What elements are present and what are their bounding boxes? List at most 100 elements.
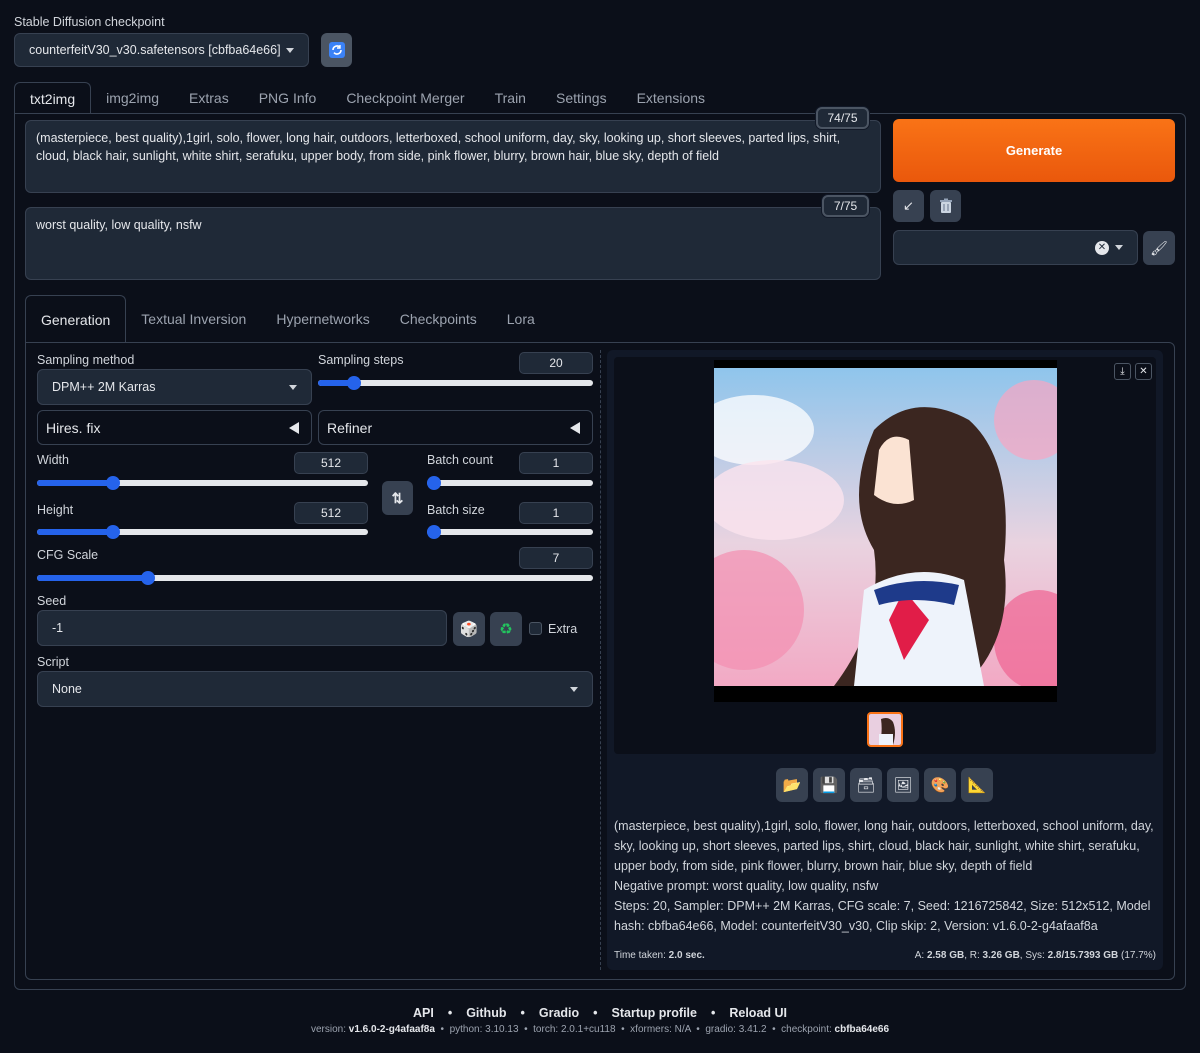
apply-style-button[interactable]: 🖌 [1143,231,1175,265]
tab-extensions[interactable]: Extensions [622,82,720,114]
prompt-token-counter: 74/75 [816,107,869,129]
cfg-scale-slider[interactable] [37,571,593,585]
tab-settings[interactable]: Settings [541,82,622,114]
footer-link-api[interactable]: API [413,1006,434,1020]
footer-link-reload-ui[interactable]: Reload UI [729,1006,787,1020]
generation-info: (masterpiece, best quality),1girl, solo,… [614,816,1154,936]
tab-checkpoint-merger[interactable]: Checkpoint Merger [331,82,479,114]
palette-icon: 🎨 [930,777,950,794]
tab-lora[interactable]: Lora [492,295,550,343]
script-label: Script [37,655,69,669]
tab-textual-inversion[interactable]: Textual Inversion [126,295,261,343]
batch-size-slider[interactable] [427,525,593,539]
width-label: Width [37,453,69,467]
save-icon: 💾 [819,777,839,794]
archive-icon: 🗃 [856,777,876,794]
extra-seed-label: Extra [548,622,578,636]
download-icon[interactable]: ⤓ [1114,363,1131,380]
zip-button[interactable]: 🗃 [850,768,882,802]
width-input[interactable]: 512 [294,452,368,474]
collapse-arrow-icon [570,421,580,434]
cfg-scale-label: CFG Scale [37,548,99,562]
refiner-label: Refiner [327,419,373,436]
recycle-icon: ♻ [499,621,513,638]
dice-icon: 🎲 [459,621,479,638]
tab-png-info[interactable]: PNG Info [244,82,332,114]
chevron-down-icon [286,47,294,53]
script-dropdown[interactable]: None [37,671,593,707]
width-slider[interactable] [37,476,368,490]
batch-size-input[interactable]: 1 [519,502,593,524]
send-to-inpaint-button[interactable]: 🎨 [924,768,956,802]
refiner-accordion[interactable]: Refiner [318,410,593,445]
triangle-ruler-icon: 📐 [967,777,987,794]
height-input[interactable]: 512 [294,502,368,524]
clear-prompt-button[interactable] [930,190,961,222]
clear-icon[interactable]: ✕ [1095,240,1109,255]
footer-link-startup-profile[interactable]: Startup profile [612,1006,697,1020]
batch-count-slider[interactable] [427,476,593,490]
refresh-checkpoint-button[interactable] [321,33,352,67]
swap-vertical-icon: ⇅ [391,489,404,506]
open-folder-button[interactable]: 📂 [776,768,808,802]
paintbrush-icon: 🖌 [1150,239,1168,256]
close-icon[interactable]: ✕ [1135,363,1152,380]
sampling-method-label: Sampling method [37,353,135,367]
info-prompt: (masterpiece, best quality),1girl, solo,… [614,819,1154,873]
generate-button[interactable]: Generate [893,119,1175,182]
styles-dropdown[interactable]: ✕ [893,230,1138,265]
footer-link-github[interactable]: Github [466,1006,506,1020]
negative-prompt-textarea[interactable]: worst quality, low quality, nsfw [25,207,881,280]
sub-tabs: Generation Textual Inversion Hypernetwor… [25,295,550,343]
random-seed-button[interactable]: 🎲 [453,612,485,646]
negative-token-counter: 7/75 [822,195,869,217]
batch-count-label: Batch count [427,453,494,467]
checkpoint-value: counterfeitV30_v30.safetensors [cbfba64e… [29,43,281,57]
swap-dimensions-button[interactable]: ⇅ [382,481,413,515]
checkpoint-label: Stable Diffusion checkpoint [14,15,165,29]
tab-txt2img[interactable]: txt2img [14,82,92,114]
version-info: version: v1.6.0-2-g4afaaf8a • python: 3.… [310,1024,890,1035]
trash-icon [939,198,952,213]
sampling-steps-input[interactable]: 20 [519,352,593,374]
tab-hypernetworks[interactable]: Hypernetworks [261,295,384,343]
tab-train[interactable]: Train [480,82,541,114]
tab-checkpoints[interactable]: Checkpoints [385,295,492,343]
footer-link-gradio[interactable]: Gradio [539,1006,579,1020]
hires-fix-accordion[interactable]: Hires. fix [37,410,312,445]
main-tabs: txt2img img2img Extras PNG Info Checkpoi… [14,82,720,114]
tab-img2img[interactable]: img2img [91,82,174,114]
sampling-steps-slider[interactable] [318,376,593,390]
folder-icon: 📂 [782,777,802,794]
reuse-seed-button[interactable]: ♻ [490,612,522,646]
cfg-scale-input[interactable]: 7 [519,547,593,569]
time-taken: Time taken: 2.0 sec. [614,950,705,961]
save-button[interactable]: 💾 [813,768,845,802]
chevron-down-icon [1115,245,1123,250]
gallery-thumbnail[interactable] [867,712,903,747]
refresh-icon [328,42,345,58]
tab-extras[interactable]: Extras [174,82,244,114]
generated-image-frame[interactable] [684,360,1084,702]
batch-count-input[interactable]: 1 [519,452,593,474]
seed-input[interactable]: -1 [37,610,447,646]
info-parameters: Steps: 20, Sampler: DPM++ 2M Karras, CFG… [614,899,1151,933]
thumbnail-image [869,714,901,745]
height-slider[interactable] [37,525,368,539]
slider-handle[interactable] [346,376,361,390]
generated-image [684,368,1084,702]
paste-params-button[interactable]: ↙ [893,190,924,222]
prompt-textarea[interactable]: (masterpiece, best quality),1girl, solo,… [25,120,881,193]
send-to-img2img-button[interactable]: 🖼 [887,768,919,802]
chevron-down-icon [289,384,297,390]
sampling-method-dropdown[interactable]: DPM++ 2M Karras [37,369,312,405]
collapse-arrow-icon [289,421,299,434]
sampling-steps-label: Sampling steps [318,353,404,367]
send-to-extras-button[interactable]: 📐 [961,768,993,802]
checkpoint-dropdown[interactable]: counterfeitV30_v30.safetensors [cbfba64e… [14,33,309,67]
tab-generation[interactable]: Generation [25,295,127,343]
extra-seed-checkbox[interactable] [529,622,542,635]
slider-handle[interactable] [427,525,441,539]
footer-links: API • Github • Gradio • Startup profile • Re… [412,1006,788,1020]
slider-handle[interactable] [427,476,441,490]
